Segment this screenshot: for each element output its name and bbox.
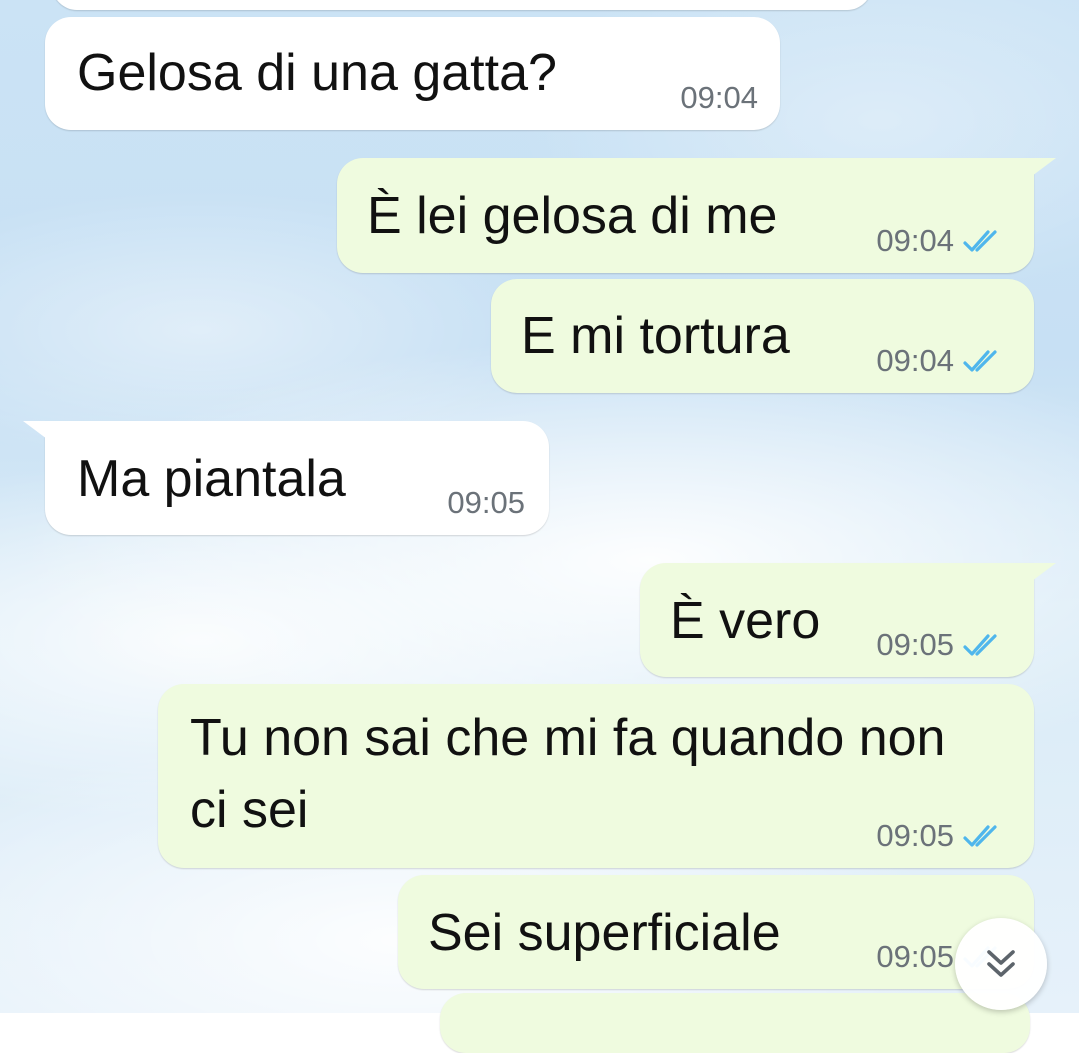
double-check-read-icon: [963, 825, 997, 847]
message-text: Tu non sai che mi fa quando non ci sei: [190, 709, 946, 839]
message-text: E mi tortura: [521, 307, 790, 365]
double-check-read-icon: [963, 350, 997, 372]
message-timestamp: 09:04: [876, 343, 954, 378]
message-bubble-outgoing[interactable]: Tu non sai che mi fa quando non ci sei 0…: [158, 684, 1034, 868]
message-timestamp: 09:05: [447, 485, 525, 520]
message-bubble-outgoing[interactable]: È lei gelosa di me 09:04: [337, 158, 1056, 273]
message-bubble-partial: [52, 0, 872, 10]
message-bubble-outgoing[interactable]: E mi tortura 09:04: [491, 279, 1034, 393]
message-meta: 09:04: [876, 223, 1006, 259]
message-meta: 09:04: [680, 80, 758, 116]
bubble-tail: [1024, 158, 1056, 182]
message-timestamp: 09:04: [680, 80, 758, 115]
message-meta: 09:04: [876, 343, 1006, 379]
message-timestamp: 09:05: [876, 818, 954, 853]
message-bubble-incoming[interactable]: Ma piantala 09:05: [23, 421, 549, 535]
message-text: Ma piantala: [77, 450, 346, 508]
message-bubble-incoming[interactable]: Gelosa di una gatta? 09:04: [45, 17, 780, 130]
message-timestamp: 09:05: [876, 939, 954, 974]
message-bubble-partial: [440, 993, 1030, 1053]
double-check-read-icon: [963, 634, 997, 656]
message-bubble-outgoing[interactable]: È vero 09:05: [640, 563, 1056, 677]
message-bubble-outgoing[interactable]: Sei superficiale 09:05: [398, 875, 1034, 989]
message-meta: 09:05: [447, 485, 525, 521]
message-text: Sei superficiale: [428, 904, 781, 962]
message-text: Gelosa di una gatta?: [77, 44, 557, 102]
message-meta: 09:05: [876, 818, 1006, 854]
message-text: È vero: [670, 592, 821, 650]
scroll-to-bottom-button[interactable]: [955, 918, 1047, 1010]
bubble-tail: [23, 421, 55, 445]
double-chevron-down-icon: [987, 950, 1015, 977]
bubble-tail: [1024, 563, 1056, 587]
message-timestamp: 09:05: [876, 627, 954, 662]
double-check-read-icon: [963, 230, 997, 252]
message-text: È lei gelosa di me: [367, 187, 778, 245]
message-meta: 09:05: [876, 627, 1006, 663]
message-timestamp: 09:04: [876, 223, 954, 258]
